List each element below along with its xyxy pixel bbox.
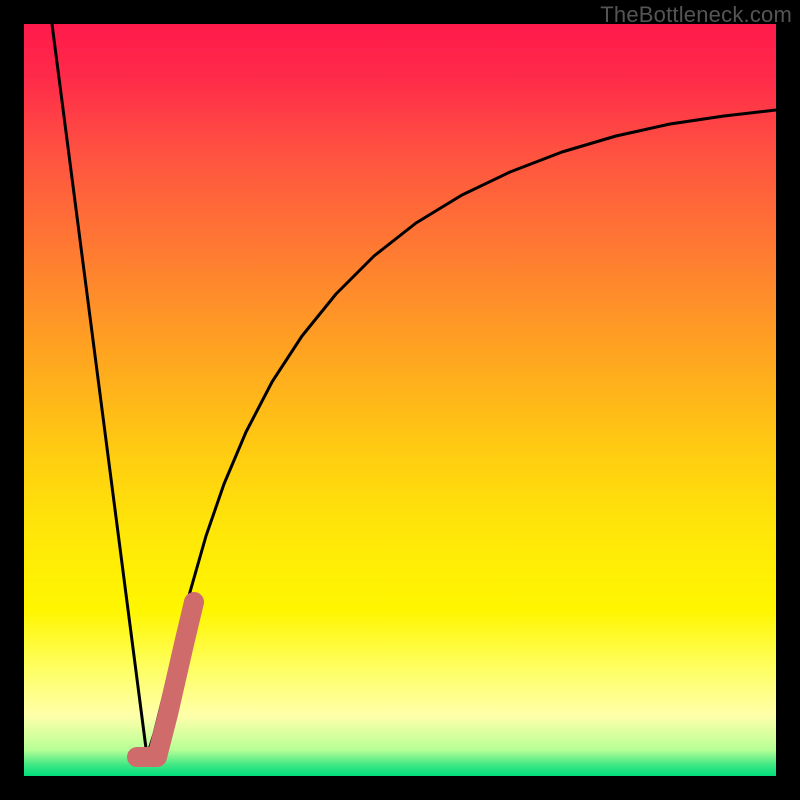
chart-stage: TheBottleneck.com [0,0,800,800]
curve-layer [24,24,776,776]
bottleneck-curve [52,24,776,756]
plot-area [24,24,776,776]
watermark-text: TheBottleneck.com [600,2,792,28]
